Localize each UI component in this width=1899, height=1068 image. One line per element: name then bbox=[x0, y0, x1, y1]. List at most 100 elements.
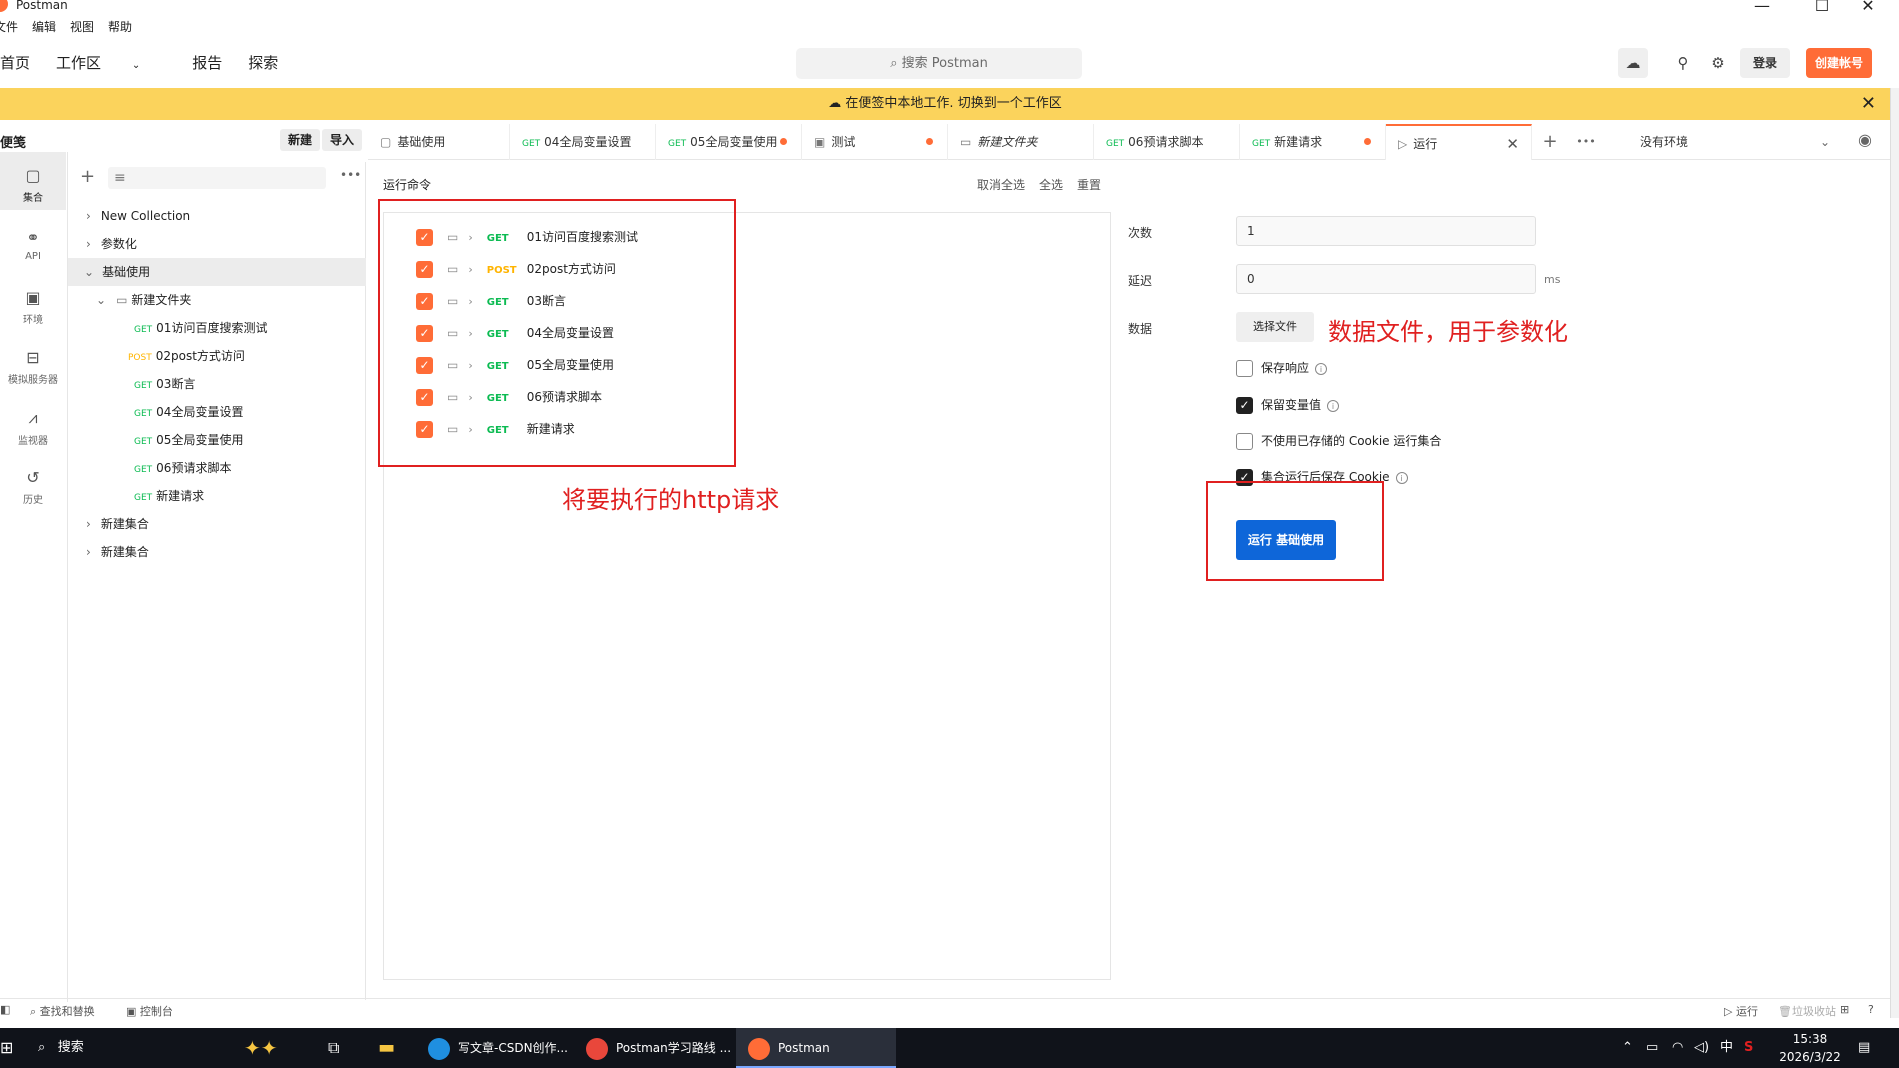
deselect-all-link[interactable]: 取消全选 bbox=[977, 178, 1025, 192]
new-tab-icon[interactable]: + bbox=[1532, 124, 1568, 159]
windows-start-icon[interactable]: ⊞ bbox=[0, 1028, 13, 1068]
checkbox-unchecked-icon[interactable] bbox=[1236, 433, 1253, 450]
sogou-ime-icon[interactable]: S bbox=[1744, 1028, 1753, 1068]
settings-gear-icon[interactable]: ⚙ bbox=[1703, 48, 1733, 78]
menu-edit[interactable]: 编辑 bbox=[32, 18, 56, 35]
rail-label: 历史 bbox=[23, 495, 43, 506]
tree-request[interactable]: GET 04全局变量设置 bbox=[68, 398, 366, 426]
option-save-responses[interactable]: 保存响应 i bbox=[1236, 358, 1328, 378]
layout-icon[interactable]: ⊞ bbox=[1840, 1003, 1849, 1016]
wifi-icon[interactable]: ◠ bbox=[1672, 1028, 1683, 1068]
chevron-right-icon: › bbox=[86, 517, 91, 531]
tree-collection-basic-usage[interactable]: ⌄ 基础使用 bbox=[68, 258, 366, 286]
menu-file[interactable]: 文件 bbox=[0, 18, 18, 35]
minimize-icon[interactable]: — bbox=[1752, 0, 1772, 15]
runner-status[interactable]: ▷ 运行 bbox=[1724, 1003, 1758, 1019]
tab-request[interactable]: GET 新建请求 bbox=[1240, 124, 1386, 160]
ime-indicator[interactable]: 中 bbox=[1720, 1028, 1733, 1068]
tab-request[interactable]: GET 06预请求脚本 bbox=[1094, 124, 1240, 160]
method-badge: GET bbox=[522, 139, 541, 149]
tab-label: 测试 bbox=[831, 135, 856, 149]
option-no-stored-cookies[interactable]: 不使用已存储的 Cookie 运行集合 bbox=[1236, 431, 1441, 451]
file-explorer-icon[interactable]: ▬ bbox=[378, 1028, 395, 1068]
select-all-link[interactable]: 全选 bbox=[1039, 178, 1063, 192]
tray-chevron-icon[interactable]: ⌃ bbox=[1622, 1028, 1633, 1068]
tab-folder[interactable]: ▭ 新建文件夹 bbox=[948, 124, 1094, 160]
battery-icon[interactable]: ▭ bbox=[1646, 1028, 1658, 1068]
rail-environments[interactable]: ▣ 环境 bbox=[0, 288, 66, 326]
filter-input[interactable]: ≡ bbox=[108, 167, 326, 189]
delay-input[interactable]: 0 bbox=[1236, 264, 1536, 294]
help-icon[interactable]: ? bbox=[1868, 1003, 1874, 1016]
maximize-icon[interactable]: ☐ bbox=[1812, 0, 1832, 15]
option-keep-variable-values[interactable]: ✓ 保留变量值 i bbox=[1236, 395, 1340, 415]
cloud-sync-icon[interactable]: ☁ bbox=[1618, 48, 1648, 78]
tree-collection-parameterize[interactable]: › 参数化 bbox=[68, 230, 366, 258]
nav-home[interactable]: 首页 bbox=[0, 52, 30, 76]
tree-label: 02post方式访问 bbox=[155, 349, 245, 363]
menu-help[interactable]: 帮助 bbox=[108, 18, 132, 35]
tree-request[interactable]: GET 03断言 bbox=[68, 370, 366, 398]
banner-close-icon[interactable]: ✕ bbox=[1861, 88, 1876, 120]
more-options-icon[interactable]: ••• bbox=[340, 168, 361, 182]
tab-request[interactable]: GET 05全局变量使用 bbox=[656, 124, 802, 160]
rail-history[interactable]: ↺ 历史 bbox=[0, 468, 66, 506]
nav-workspace[interactable]: 工作区 ⌄ bbox=[56, 52, 166, 76]
taskbar-app-postman[interactable]: Postman bbox=[736, 1028, 896, 1068]
taskbar-search[interactable]: ⌕ 搜索 bbox=[38, 1028, 84, 1068]
trash[interactable]: 🗑垃圾收站 bbox=[1778, 1003, 1836, 1019]
tree-collection-new[interactable]: › 新建集合 bbox=[68, 538, 366, 566]
clock[interactable]: 15:38 2026/3/22 bbox=[1770, 1030, 1850, 1066]
tree-request[interactable]: GET 06预请求脚本 bbox=[68, 454, 366, 482]
volume-icon[interactable]: ◁) bbox=[1694, 1028, 1709, 1068]
checkbox-checked-icon[interactable]: ✓ bbox=[1236, 397, 1253, 414]
tree-request[interactable]: GET 05全局变量使用 bbox=[68, 426, 366, 454]
iterations-input[interactable]: 1 bbox=[1236, 216, 1536, 246]
find-replace[interactable]: ⌕ 查找和替换 bbox=[30, 1003, 95, 1019]
login-button[interactable]: 登录 bbox=[1740, 48, 1790, 78]
data-label: 数据 bbox=[1128, 322, 1153, 336]
nav-reports[interactable]: 报告 bbox=[192, 52, 222, 76]
import-button[interactable]: 导入 bbox=[322, 129, 363, 151]
rail-api[interactable]: ⚭ API bbox=[0, 228, 66, 262]
menu-view[interactable]: 视图 bbox=[70, 18, 94, 35]
eye-icon[interactable]: ◉ bbox=[1858, 130, 1872, 149]
close-icon[interactable]: ✕ bbox=[1858, 0, 1878, 15]
nav-explore[interactable]: 探索 bbox=[248, 52, 278, 76]
tab-label: 新建请求 bbox=[1274, 135, 1323, 149]
task-view-icon[interactable]: ⧉ bbox=[328, 1028, 339, 1068]
run-icon: ▷ bbox=[1398, 137, 1408, 151]
tree-folder-new-folder[interactable]: ⌄ ▭ 新建文件夹 bbox=[68, 286, 366, 314]
tab-basic-usage[interactable]: ▢ 基础使用 bbox=[368, 124, 510, 160]
create-account-button[interactable]: 创建帐号 bbox=[1806, 48, 1872, 78]
taskbar-app-chrome[interactable]: Postman学习路线 ... bbox=[574, 1028, 734, 1068]
add-collection-icon[interactable]: + bbox=[80, 166, 95, 187]
tab-test[interactable]: ▣ 测试 bbox=[802, 124, 948, 160]
notification-icon[interactable]: ▤ bbox=[1858, 1028, 1870, 1068]
choose-file-button[interactable]: 选择文件 bbox=[1236, 312, 1314, 342]
environment-select[interactable]: 没有环境 ⌄ bbox=[1622, 124, 1832, 160]
checkbox-unchecked-icon[interactable] bbox=[1236, 360, 1253, 377]
rail-mock-servers[interactable]: ⊟ 模拟服务器 bbox=[0, 348, 66, 386]
search-input[interactable]: ⌕ 搜索 Postman bbox=[796, 48, 1082, 79]
reset-link[interactable]: 重置 bbox=[1077, 178, 1101, 192]
rail-monitors[interactable]: ⩘ 监视器 bbox=[0, 408, 66, 447]
switch-workspace-link[interactable]: 切换到一个工作区 bbox=[958, 96, 1062, 111]
taskbar-app-edge[interactable]: 写文章-CSDN创作... bbox=[416, 1028, 572, 1068]
tab-runner[interactable]: ▷ 运行 ✕ bbox=[1386, 124, 1532, 160]
tree-request[interactable]: GET 新建请求 bbox=[68, 482, 366, 510]
tab-request[interactable]: GET 04全局变量设置 bbox=[510, 124, 656, 160]
satellite-icon[interactable]: ⚲ bbox=[1668, 48, 1698, 78]
rail-collections[interactable]: ▢ 集合 bbox=[0, 152, 66, 210]
tab-close-icon[interactable]: ✕ bbox=[1506, 126, 1519, 160]
window-scrollbar[interactable] bbox=[1890, 88, 1899, 1018]
sidebar-toggle-icon[interactable]: ◧ bbox=[0, 1003, 10, 1016]
console[interactable]: ▣ 控制台 bbox=[126, 1003, 173, 1019]
new-button[interactable]: 新建 bbox=[280, 129, 321, 151]
tab-more-icon[interactable]: ••• bbox=[1568, 124, 1604, 159]
trash-label: 垃圾收站 bbox=[1791, 1005, 1836, 1018]
tree-request[interactable]: GET 01访问百度搜索测试 bbox=[68, 314, 366, 342]
tree-collection-new[interactable]: › 新建集合 bbox=[68, 510, 366, 538]
tree-request[interactable]: POST 02post方式访问 bbox=[68, 342, 366, 370]
tree-collection-new-collection[interactable]: › New Collection bbox=[68, 202, 366, 230]
